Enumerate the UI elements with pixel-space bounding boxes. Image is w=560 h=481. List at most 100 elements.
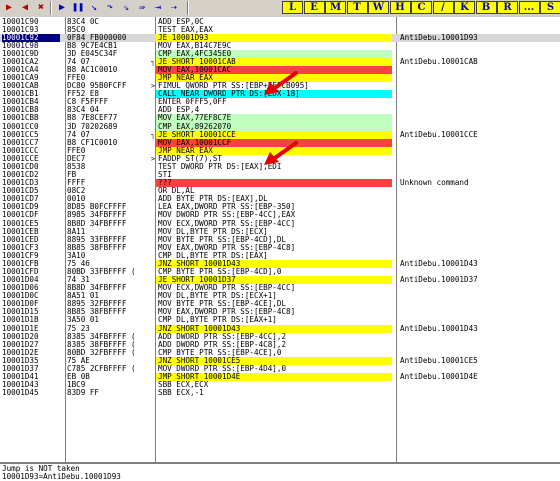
table-row[interactable]: 10001CDF 8985 34FBFFFF MOV DWORD PTR SS:[E… — [0, 211, 560, 219]
table-row[interactable]: 10001CA2 74 07 JE SHORT 10001CAB AntiDebu.1… — [0, 57, 560, 66]
table-row[interactable]: 10001D35 75 AE JNZ SHORT 10001CE5 AntiDebu.… — [0, 356, 560, 365]
trace-over-icon[interactable]: ⇛ — [135, 1, 149, 15]
table-row[interactable]: 10001CC7 B8 CF1C0010 MOV EAX,10001CCF — [0, 138, 560, 147]
step-over-icon[interactable]: ↷ — [103, 1, 117, 15]
trace-into-icon[interactable]: ⇘ — [119, 1, 133, 15]
table-row[interactable]: 10001CD9 8D85 B0FCFFFF LEA EAX,DWORD PTR S… — [0, 203, 560, 211]
hex-dump-cell: EB 0B — [67, 373, 90, 382]
table-row[interactable]: 10001CB1 FF52 E8 CALL NEAR DWORD PTR DS:[E… — [0, 90, 560, 99]
table-row[interactable]: 10001D0F 8895 32FBFFFF MOV BYTE PTR SS:[EB… — [0, 300, 560, 308]
hex-dump-cell: 8895 32FBFFFF — [67, 300, 127, 309]
table-row[interactable]: 10001D06 8B8D 34FBFFFF MOV ECX,DWORD PTR S… — [0, 284, 560, 292]
window-button-4[interactable]: T — [346, 1, 368, 14]
table-row[interactable]: 10001CA4 B8 AC1C0010 MOV EAX,10001CAC — [0, 65, 560, 75]
table-row[interactable]: 10001CD2 FB STI — [0, 171, 560, 179]
table-row[interactable]: 10001D20 8385 34FBFFFF (ADD DWORD PTR SS:… — [0, 333, 560, 341]
table-row[interactable]: 10001D37 C785 2CFBFFFF (MOV DWORD PTR SS:… — [0, 365, 560, 373]
hex-dump-cell: 8B8D 34FBFFFF — [67, 284, 127, 293]
open-icon[interactable]: ▶ — [2, 1, 16, 15]
window-button-8[interactable]: / — [432, 1, 454, 14]
jump-marker: ┐ — [150, 130, 156, 139]
close-icon[interactable]: ✖ — [34, 1, 48, 15]
window-button-9[interactable]: K — [454, 1, 475, 14]
goto-icon[interactable]: ⇢ — [167, 1, 181, 15]
window-button-12[interactable]: ... — [518, 1, 540, 14]
window-button-13[interactable]: S — [540, 1, 560, 14]
window-button-11[interactable]: R — [497, 1, 518, 14]
disassembly-cell: ADD ESP,4 — [158, 106, 200, 115]
table-row[interactable]: 10001CD3 FFFF??? Unknown command — [0, 179, 560, 188]
table-row[interactable]: 10001D41 EB 0B JMP SHORT 10001D4E AntiDebu.… — [0, 373, 560, 382]
table-row[interactable]: 10001CCC FFE0 JMP NEAR EAX — [0, 146, 560, 155]
disassembly-cell: ADD DWORD PTR SS:[EBP-4CC],2 — [158, 332, 287, 341]
address-cell: 10001CFD — [2, 267, 39, 276]
table-row[interactable]: 10001CB4 C8 F5FFFF ENTER 0FFF5,0FF — [0, 98, 560, 106]
table-row[interactable]: 10001CD5 08C2 OR DL,AL — [0, 187, 560, 195]
address-cell: 10001CF3 — [2, 243, 39, 252]
window-button-6[interactable]: H — [389, 1, 411, 14]
table-row[interactable]: 10001CF9 3A10 CMP DL,BYTE PTR DS:[EAX] — [0, 252, 560, 260]
hex-dump-cell: 8D85 B0FCFFFF — [67, 203, 127, 212]
window-button-2[interactable]: E — [303, 1, 325, 14]
table-row[interactable]: 10001CA9 FFE0 JMP NEAR EAX — [0, 74, 560, 83]
table-row[interactable]: 10001D1E 75 23 JNZ SHORT 10001D43 AntiDebu.… — [0, 324, 560, 333]
hex-dump-cell: FFE0 — [67, 74, 86, 83]
table-row[interactable]: 10001CAB DC80 95B0FCFF FIMUL QWORD PTR SS:… — [0, 82, 560, 90]
address-cell: 10001CAB — [2, 82, 39, 91]
disassembly-cell: CMP EAX,4FC345E0 — [156, 49, 392, 58]
window-button-7[interactable]: C — [411, 1, 432, 14]
table-row[interactable]: 10001D2E 80BD 32FBFFFF (CMP BYTE PTR SS:[… — [0, 349, 560, 357]
comment-cell — [400, 163, 558, 171]
table-row[interactable]: 10001D04 74 31 JE SHORT 10001D37 AntiDebu.1… — [0, 276, 560, 285]
table-row[interactable]: 10001C90 83C4 0C ADD ESP,0C — [0, 18, 560, 26]
comment-cell — [400, 211, 558, 219]
address-cell: 10001D0C — [2, 292, 39, 301]
table-row[interactable]: 10001C98 B8 9C7E4CB1 MOV EAX,B14C7E9C — [0, 42, 560, 50]
comment-cell: AntiDebu.10001CAB — [400, 57, 478, 66]
table-row[interactable]: 10001D15 8B85 38FBFFFF MOV EAX,DWORD PTR S… — [0, 308, 560, 316]
step-into-icon[interactable]: ↘ — [87, 1, 101, 15]
table-row[interactable]: 10001CB8 83C4 04 ADD ESP,4 — [0, 106, 560, 114]
address-cell: 10001C90 — [2, 17, 39, 26]
hex-dump-cell: 85C0 — [67, 25, 86, 34]
table-row[interactable]: 10001CBB B8 7E8CEF77 MOV EAX,77EF8C7E — [0, 114, 560, 123]
table-row[interactable]: 10001CE5 8B8D 34FBFFFF MOV ECX,DWORD PTR S… — [0, 220, 560, 228]
table-row[interactable]: 10001C9D 3D E045C34F CMP EAX,4FC345E0 — [0, 49, 560, 58]
disassembly-cell: MOV ECX,DWORD PTR SS:[EBP-4CC] — [158, 219, 296, 228]
table-row[interactable]: 10001CCE DEC7 FADDP ST(7),ST > — [0, 155, 560, 163]
disassembly-cell: MOV EAX,10001CAC — [156, 65, 392, 75]
table-row[interactable]: 10001D0C 8A51 01 MOV DL,BYTE PTR DS:[ECX+1… — [0, 292, 560, 300]
table-row[interactable]: 10001CC0 3D 70202689 CMP EAX,89262070 — [0, 122, 560, 131]
address-cell: 10001D04 — [2, 276, 39, 285]
window-button-10[interactable]: B — [475, 1, 497, 14]
table-row[interactable]: 10001D43 1BC9 SBB ECX,ECX — [0, 381, 560, 389]
address-cell: 10001D06 — [2, 284, 39, 293]
hex-dump-cell: 83C4 04 — [67, 106, 100, 115]
table-row[interactable]: 10001D1B 3A50 01 CMP DL,BYTE PTR DS:[EAX+1… — [0, 316, 560, 324]
table-row[interactable]: 10001D27 8385 38FBFFFF (ADD DWORD PTR SS:… — [0, 341, 560, 349]
disassembly-cell: CMP DL,BYTE PTR DS:[EAX] — [158, 251, 268, 260]
table-row[interactable]: 10001D45 83D9 FF SBB ECX,-1 — [0, 389, 560, 397]
disassembly-pane[interactable]: 10001C90 83C4 0C ADD ESP,0C 10001C93 85C0 TES… — [0, 17, 560, 462]
table-row[interactable]: 10001CEB 8A11 MOV DL,BYTE PTR DS:[ECX] — [0, 228, 560, 236]
restart-icon[interactable]: ◀ — [18, 1, 32, 15]
table-row[interactable]: 10001CC5 74 07 JE SHORT 10001CCE AntiDebu.1… — [0, 130, 560, 139]
comment-cell — [400, 228, 558, 236]
table-row[interactable]: 10001CD7 0010 ADD BYTE PTR DS:[EAX],DL — [0, 195, 560, 203]
table-row[interactable]: 10001C93 85C0 TEST EAX,EAX — [0, 26, 560, 34]
table-row[interactable]: 10001CFB 75 46 JNZ SHORT 10001D43 AntiDebu.… — [0, 259, 560, 268]
pause-icon[interactable]: ❚❚ — [71, 1, 85, 15]
comment-cell — [400, 147, 558, 155]
comment-cell: Unknown command — [400, 179, 469, 188]
table-row[interactable]: 10001C92 0F84 FB000000 JE 10001D93 AntiDebu… — [0, 33, 560, 42]
window-button-1[interactable]: L — [282, 1, 303, 14]
comment-cell: AntiDebu.10001CCE — [400, 130, 478, 139]
table-row[interactable]: 10001CFD 80BD 33FBFFFF (CMP BYTE PTR SS:[… — [0, 268, 560, 276]
execute-till-return-icon[interactable]: ⇥ — [151, 1, 165, 15]
table-row[interactable]: 10001CF3 8B85 38FBFFFF MOV EAX,DWORD PTR S… — [0, 244, 560, 252]
table-row[interactable]: 10001CD0 8538 TEST DWORD PTR DS:[EAX],EDI — [0, 163, 560, 171]
table-row[interactable]: 10001CED 8895 33FBFFFF MOV BYTE PTR SS:[EB… — [0, 236, 560, 244]
window-button-3[interactable]: M — [325, 1, 346, 14]
run-icon[interactable]: ▶ — [55, 1, 69, 15]
window-button-5[interactable]: W — [368, 1, 389, 14]
